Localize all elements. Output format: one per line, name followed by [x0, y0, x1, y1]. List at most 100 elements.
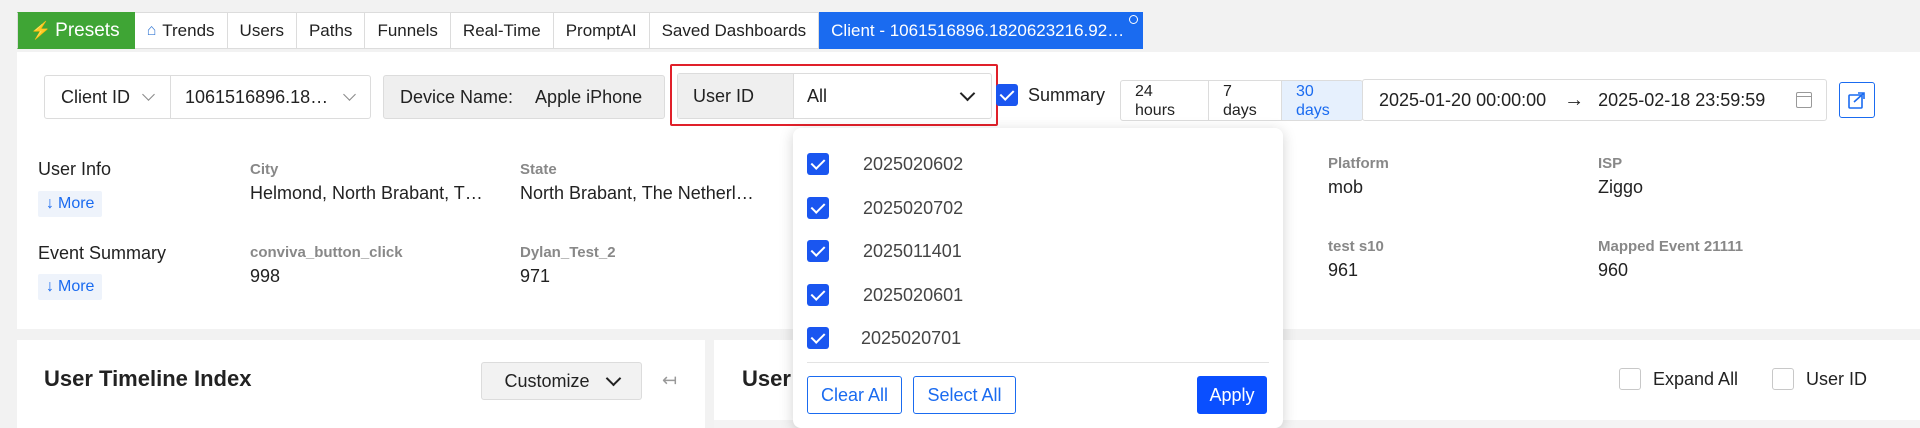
tab-saved-dashboards[interactable]: Saved Dashboards [649, 12, 820, 49]
tab-trends[interactable]: ⌂ Trends [134, 12, 228, 49]
event-summary-title: Event Summary [38, 243, 167, 263]
device-name-value: Apple iPhone [535, 86, 643, 107]
client-id-value: 1061516896.18… [185, 86, 329, 107]
tab-label: Funnels [377, 20, 438, 40]
event-count: 971 [520, 266, 551, 286]
client-id-filter: Client ID 1061516896.18… [44, 75, 371, 119]
option-checkbox[interactable] [807, 240, 829, 262]
chevron-down-icon [142, 88, 155, 101]
apply-button[interactable]: Apply [1197, 376, 1267, 414]
field-value-city: Helmond, North Brabant, T… [250, 183, 483, 203]
customize-button[interactable]: Customize [481, 362, 642, 400]
tab-label: Presets [55, 19, 120, 41]
summary-toggle[interactable]: Summary [996, 84, 1105, 106]
event-label: Mapped Event 21111 [1598, 238, 1744, 255]
customize-label: Customize [504, 370, 590, 391]
option-checkbox[interactable] [807, 327, 829, 349]
date-end: 2025-02-18 23:59:59 [1598, 89, 1766, 110]
field-value-state: North Brabant, The Netherl… [520, 183, 754, 203]
event-summary-more-button[interactable]: ↓ More [38, 274, 103, 300]
user-id-filter: User ID All [677, 73, 992, 119]
chevron-down-icon [959, 85, 976, 102]
clear-all-button[interactable]: Clear All [807, 376, 902, 414]
arrow-down-icon: ↓ [46, 195, 54, 212]
tab-presets[interactable]: ⚡ Presets [17, 12, 135, 49]
calendar-icon [1796, 92, 1812, 108]
expand-all-label: Expand All [1653, 368, 1739, 389]
tab-client[interactable]: Client - 1061516896.1820623216.9271… [819, 12, 1144, 49]
range-24-hours[interactable]: 24 hours [1121, 81, 1209, 120]
chevron-down-icon [605, 370, 621, 387]
field-value-platform: mob [1328, 177, 1364, 197]
option-checkbox[interactable] [807, 197, 829, 219]
user-panel-title: User [742, 366, 791, 391]
tab-label: Real-Time [462, 20, 541, 40]
user-id-select[interactable]: All [794, 86, 991, 107]
tab-status-icon [1129, 15, 1139, 24]
user-id-checkbox[interactable] [1772, 368, 1794, 390]
tab-label: Users [239, 20, 284, 40]
date-start: 2025-01-20 00:00:00 [1379, 89, 1547, 110]
tab-real-time[interactable]: Real-Time [450, 12, 554, 49]
tab-label: PromptAI [565, 20, 637, 40]
tab-label: Paths [308, 20, 353, 40]
tab-funnels[interactable]: Funnels [365, 12, 451, 49]
event-label: Dylan_Test_2 [520, 244, 616, 261]
range-7-days[interactable]: 7 days [1209, 81, 1282, 120]
field-label-state: State [520, 161, 557, 178]
dropdown-option[interactable]: 2025011401 [807, 240, 962, 262]
option-label: 2025020702 [863, 197, 964, 218]
top-nav: ⚡ Presets ⌂ Trends Users Paths Funnels R… [17, 12, 1144, 49]
time-range-selector: 24 hours 7 days 30 days [1120, 80, 1363, 121]
option-checkbox[interactable] [807, 153, 829, 175]
event-count: 960 [1598, 260, 1629, 280]
client-id-label: Client ID [61, 86, 131, 107]
dropdown-option[interactable]: 2025020702 [807, 197, 963, 219]
tab-promptai[interactable]: PromptAI [553, 12, 650, 49]
tab-label: Trends [162, 20, 215, 40]
summary-label: Summary [1028, 84, 1106, 105]
more-label: More [58, 278, 95, 295]
dropdown-option[interactable]: 2025020601 [807, 284, 963, 306]
user-id-check-label: User ID [1806, 368, 1868, 389]
event-count: 998 [250, 266, 281, 286]
tab-label: Saved Dashboards [661, 20, 807, 40]
option-checkbox[interactable] [807, 284, 829, 306]
expand-all-toggle[interactable]: Expand All [1619, 368, 1738, 390]
expand-all-checkbox[interactable] [1619, 368, 1641, 390]
option-label: 2025011401 [863, 240, 962, 261]
chevron-down-icon [343, 88, 356, 101]
event-label: conviva_button_click [250, 244, 403, 261]
user-info-title: User Info [38, 159, 112, 179]
field-label-city: City [250, 161, 279, 178]
user-id-label: User ID [678, 74, 794, 118]
share-icon [1848, 92, 1865, 109]
collapse-panel-icon[interactable]: ↤ [662, 370, 677, 391]
more-label: More [58, 195, 95, 212]
dropdown-option[interactable]: 2025020701 [807, 327, 961, 349]
arrow-right-icon: → [1564, 88, 1585, 111]
option-label: 2025020701 [861, 327, 962, 348]
option-label: 2025020601 [863, 284, 964, 305]
dropdown-option[interactable]: 2025020602 [807, 153, 963, 175]
user-id-toggle[interactable]: User ID [1772, 368, 1867, 390]
summary-checkbox[interactable] [996, 84, 1018, 106]
date-range-picker[interactable]: 2025-01-20 00:00:00 → 2025-02-18 23:59:5… [1362, 79, 1827, 121]
tab-label: Client - 1061516896.1820623216.9271… [831, 20, 1131, 40]
device-name-label: Device Name: [400, 86, 514, 107]
device-name-filter[interactable]: Device Name: Apple iPhone [383, 75, 665, 119]
user-info-more-button[interactable]: ↓ More [38, 191, 103, 217]
tab-paths[interactable]: Paths [296, 12, 366, 49]
client-id-field-select[interactable]: Client ID [45, 76, 171, 118]
tab-users[interactable]: Users [227, 12, 297, 49]
client-id-value-select[interactable]: 1061516896.18… [171, 87, 370, 108]
select-all-button[interactable]: Select All [913, 376, 1016, 414]
range-30-days[interactable]: 30 days [1282, 81, 1362, 120]
field-label-platform: Platform [1328, 155, 1389, 172]
share-button[interactable] [1839, 82, 1875, 118]
event-count: 961 [1328, 260, 1359, 280]
user-id-dropdown: 2025020602 2025020702 2025011401 2025020… [793, 128, 1283, 428]
bolt-icon: ⚡ [30, 20, 52, 40]
event-label: test s10 [1328, 238, 1384, 255]
dropdown-divider [807, 362, 1269, 363]
